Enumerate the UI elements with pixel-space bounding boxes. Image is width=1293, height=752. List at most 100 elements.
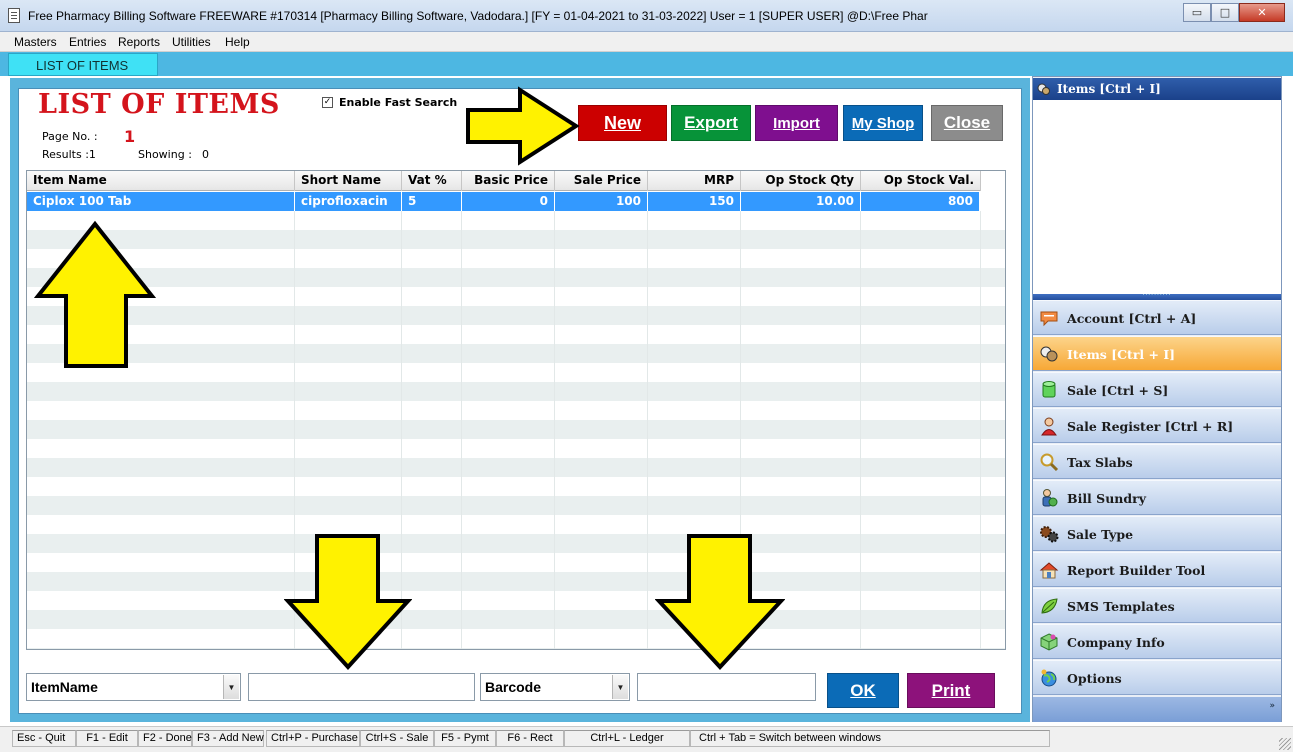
results-count: Results :1 [42,148,96,161]
fast-search-label: Enable Fast Search [339,96,458,109]
magnifier-icon [1040,453,1059,472]
tab-list-of-items[interactable]: LIST OF ITEMS [8,53,158,76]
ok-button[interactable]: OK [827,673,899,708]
sidebar-item-report-builder[interactable]: Report Builder Tool [1033,552,1281,587]
cell-op-stock-val: 800 [861,192,980,211]
sidebar-item-bill-sundry[interactable]: Bill Sundry [1033,480,1281,515]
barcode-field-select-value: Barcode [485,679,542,695]
close-button[interactable]: Close [931,105,1003,141]
arrow-up-icon [34,220,156,368]
ok-button-label: OK [850,680,876,700]
sidebar-item-label: Sale [Ctrl + S] [1067,383,1169,398]
import-button[interactable]: Import [755,105,838,141]
table-row[interactable]: Ciplox 100 Tab ciprofloxacin 5 0 100 150… [27,192,980,211]
cell-op-stock-qty: 10.00 [741,192,861,211]
sidebar-item-label: Options [1067,671,1122,686]
menu-reports[interactable]: Reports [118,35,160,49]
cell-sale-price: 100 [555,192,648,211]
sidebar-content-area [1033,100,1281,294]
search-input[interactable] [248,673,475,701]
column-header-op-stock-qty[interactable]: Op Stock Qty [741,171,861,191]
new-button-label: New [603,112,641,133]
items-grid[interactable]: Item Name Short Name Vat % Basic Price S… [26,170,1006,650]
my-shop-button-label: My Shop [851,114,915,132]
column-header-basic-price[interactable]: Basic Price [462,171,555,191]
cell-mrp: 150 [648,192,741,211]
cell-basic-price: 0 [462,192,555,211]
chevron-down-icon[interactable]: ▼ [612,675,628,699]
sidebar-item-label: Tax Slabs [1067,455,1133,470]
sidebar-item-options[interactable]: Options [1033,660,1281,695]
new-button[interactable]: New [578,105,667,141]
print-button[interactable]: Print [907,673,995,708]
sidebar-item-company-info[interactable]: Company Info [1033,624,1281,659]
column-header-short-name[interactable]: Short Name [295,171,402,191]
sidebar-item-sale[interactable]: Sale [Ctrl + S] [1033,372,1281,407]
grid-column-divider [647,211,648,649]
title-bar: Free Pharmacy Billing Software FREEWARE … [0,0,1293,32]
status-shortcut: Ctrl + Tab = Switch between windows [690,730,1050,747]
resize-grip[interactable] [1279,738,1291,750]
barcode-field-select[interactable]: Barcode ▼ [480,673,630,701]
search-field-select-value: ItemName [31,679,98,695]
column-header-vat[interactable]: Vat % [402,171,462,191]
sidebar-item-label: Account [Ctrl + A] [1067,311,1197,326]
pills-icon [1040,346,1058,362]
menu-entries[interactable]: Entries [69,35,106,49]
menu-help[interactable]: Help [225,35,250,49]
arrow-down-icon [655,534,785,670]
app-document-icon [8,8,20,23]
column-header-op-stock-val[interactable]: Op Stock Val. [861,171,981,191]
sidebar-item-account[interactable]: Account [Ctrl + A] [1033,300,1281,335]
my-shop-button[interactable]: My Shop [843,105,923,141]
chevron-down-icon[interactable]: ▼ [223,675,239,699]
status-shortcut: F3 - Add New [192,730,264,747]
sidebar-item-tax-slabs[interactable]: Tax Slabs [1033,444,1281,479]
window-title: Free Pharmacy Billing Software FREEWARE … [28,9,928,23]
maximize-button[interactable]: □ [1211,3,1239,22]
window-controls: ▭ □ ✕ [1183,3,1285,22]
status-shortcut: F5 - Pymt [434,730,496,747]
page-number-label: Page No. : [42,130,98,143]
fast-search-checkbox[interactable]: ✓ [322,97,333,108]
sidebar-item-label: SMS Templates [1067,599,1175,614]
close-window-button[interactable]: ✕ [1239,3,1285,22]
sidebar-item-label: Sale Register [Ctrl + R] [1067,419,1234,434]
sidebar-item-items[interactable]: Items [Ctrl + I] [1033,336,1281,371]
arrow-right-icon [466,86,580,166]
sidebar-item-sms-templates[interactable]: SMS Templates [1033,588,1281,623]
gears-icon [1040,526,1059,543]
arrow-down-icon [284,534,412,670]
status-shortcut: Esc - Quit [12,730,76,747]
grid-column-divider [554,211,555,649]
status-shortcut: F6 - Rect [496,730,564,747]
grid-header: Item Name Short Name Vat % Basic Price S… [27,171,981,191]
status-bar: Esc - Quit F1 - Edit F2 - Done F3 - Add … [0,726,1293,752]
fast-search-toggle[interactable]: ✓ Enable Fast Search [322,96,457,109]
column-header-mrp[interactable]: MRP [648,171,741,191]
chevron-double-down-icon[interactable]: » [1269,702,1275,711]
barcode-input[interactable] [637,673,816,701]
home-icon [1039,562,1059,579]
minimize-button[interactable]: ▭ [1183,3,1211,22]
leaf-icon [1041,598,1058,614]
user-icon [1041,417,1057,436]
cell-vat: 5 [402,192,462,211]
column-header-item-name[interactable]: Item Name [27,171,295,191]
print-button-label: Print [931,680,971,700]
sidebar-header-label: Items [Ctrl + I] [1057,82,1161,96]
menu-utilities[interactable]: Utilities [172,35,211,49]
sidebar-item-sale-register[interactable]: Sale Register [Ctrl + R] [1033,408,1281,443]
cell-item-name: Ciplox 100 Tab [27,192,295,211]
grid-column-divider [980,211,981,649]
column-header-sale-price[interactable]: Sale Price [555,171,648,191]
page-title: LIST OF ITEMS [38,89,280,120]
export-button[interactable]: Export [671,105,751,141]
sidebar-item-sale-type[interactable]: Sale Type [1033,516,1281,551]
page-number-value: 1 [124,127,136,146]
search-field-select[interactable]: ItemName ▼ [26,673,241,701]
grid-column-divider [461,211,462,649]
menu-masters[interactable]: Masters [14,35,57,49]
menu-bar: Masters Entries Reports Utilities Help [0,32,1293,52]
export-button-label: Export [684,113,738,132]
